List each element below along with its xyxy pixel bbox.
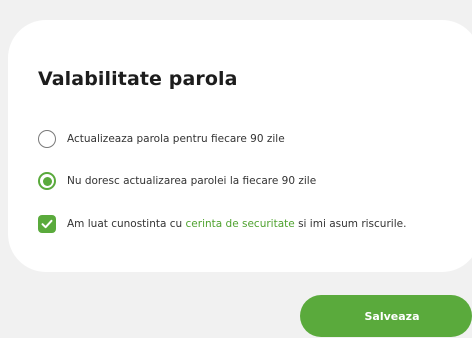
consent-text-before: Am luat cunostinta cu xyxy=(67,218,186,230)
password-validity-card: Valabilitate parola Actualizeaza parola … xyxy=(8,20,472,272)
page: Valabilitate parola Actualizeaza parola … xyxy=(0,0,472,338)
page-title: Valabilitate parola xyxy=(38,68,238,90)
checkmark-icon xyxy=(41,219,53,229)
radio-unselected-icon[interactable] xyxy=(38,130,56,148)
security-requirement-link[interactable]: cerinta de securitate xyxy=(186,218,295,230)
option-label: Nu doresc actualizarea parolei la fiecar… xyxy=(67,175,317,187)
consent-text: Am luat cunostinta cu cerinta de securit… xyxy=(67,218,406,230)
option-no-update[interactable]: Nu doresc actualizarea parolei la fiecar… xyxy=(38,172,316,190)
radio-selected-icon[interactable] xyxy=(38,172,56,190)
checkbox-checked-icon[interactable] xyxy=(38,215,56,233)
save-button[interactable]: Salveaza xyxy=(300,295,472,337)
option-update-every-90-days[interactable]: Actualizeaza parola pentru fiecare 90 zi… xyxy=(38,130,285,148)
option-label: Actualizeaza parola pentru fiecare 90 zi… xyxy=(67,133,285,145)
consent-checkbox-row[interactable]: Am luat cunostinta cu cerinta de securit… xyxy=(38,215,406,233)
consent-text-after: si imi asum riscurile. xyxy=(294,218,407,230)
radio-dot xyxy=(42,176,52,186)
